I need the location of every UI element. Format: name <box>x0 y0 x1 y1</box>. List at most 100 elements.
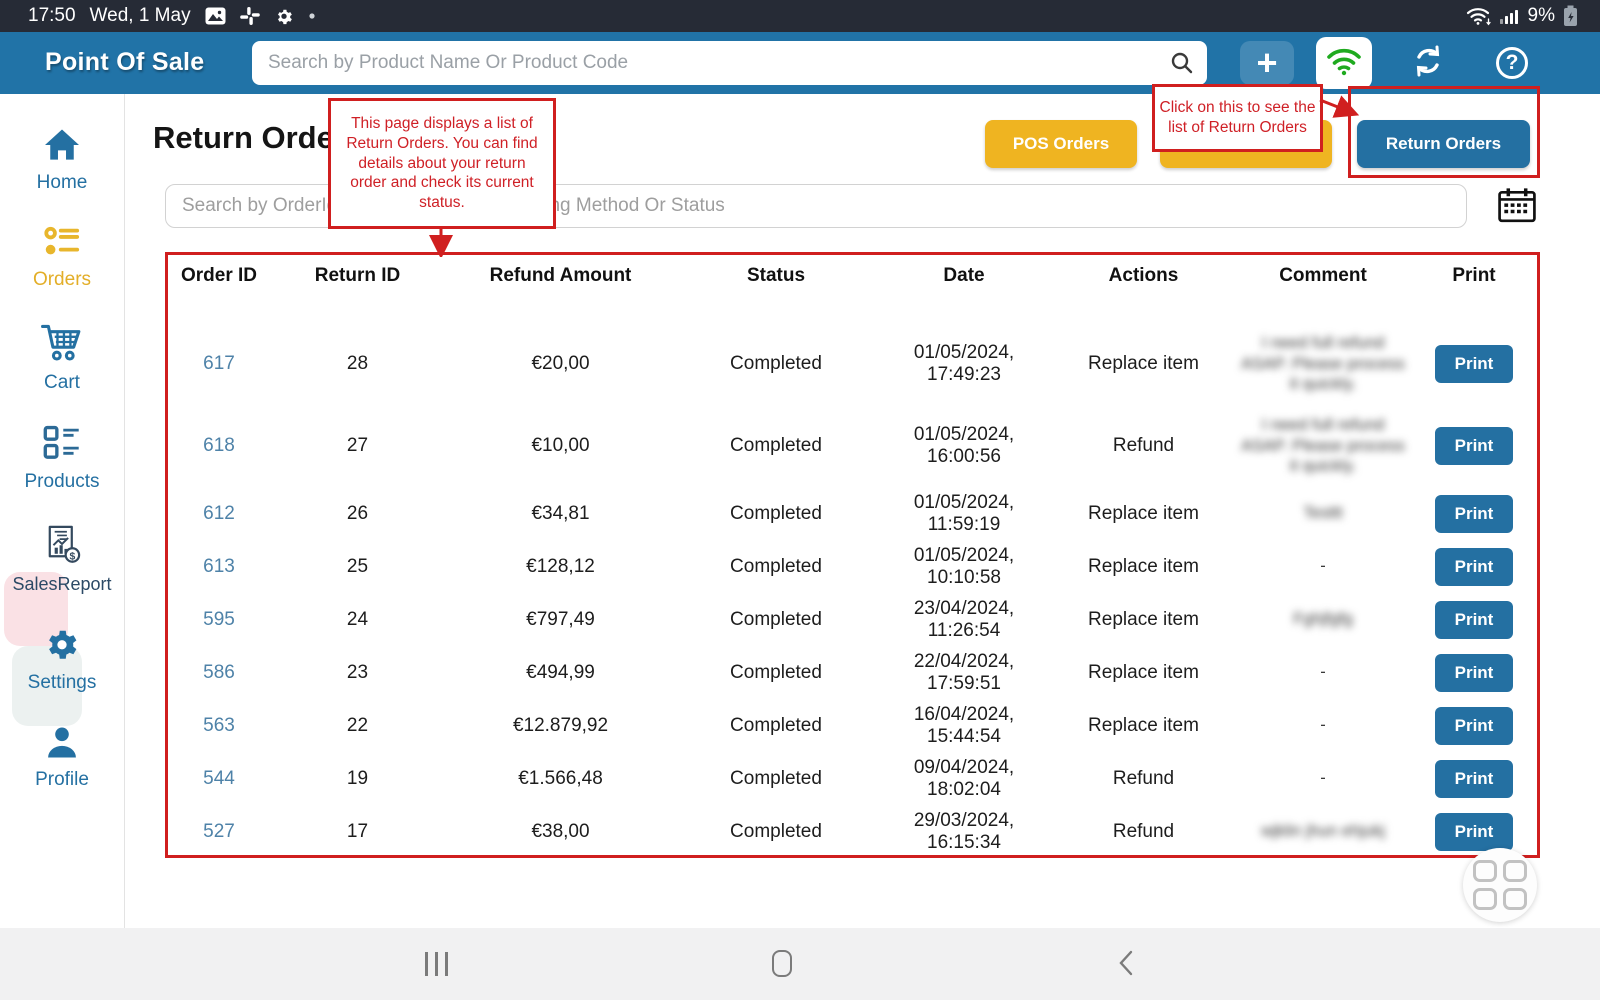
annotation-arrow-down <box>420 227 464 257</box>
recents-icon[interactable] <box>425 952 448 976</box>
app-logo: Point Of Sale <box>45 48 204 77</box>
return-id-value: 26 <box>270 503 445 525</box>
sidebar-label: Products <box>25 471 100 493</box>
table-header-row: Order ID Return ID Refund Amount Status … <box>168 255 1537 297</box>
table-row: 595 24 €797,49 Completed 23/04/2024, 11:… <box>168 593 1537 646</box>
person-icon <box>43 725 81 764</box>
order-id-link[interactable]: 612 <box>168 503 270 525</box>
action-value: Refund <box>1052 435 1235 457</box>
return-orders-table: Order ID Return ID Refund Amount Status … <box>165 252 1540 858</box>
pos-orders-button[interactable]: POS Orders <box>985 120 1137 168</box>
col-print: Print <box>1411 265 1537 287</box>
sidebar-label: Orders <box>33 269 91 291</box>
sidebar-item-profile[interactable]: Profile <box>35 725 89 791</box>
table-row: 544 19 €1.566,48 Completed 09/04/2024, 1… <box>168 752 1537 805</box>
question-mark-icon: ? <box>1496 47 1528 79</box>
status-value: Completed <box>676 821 876 843</box>
action-value: Replace item <box>1052 662 1235 684</box>
status-value: Completed <box>676 353 876 375</box>
table-row: 586 23 €494,99 Completed 22/04/2024, 17:… <box>168 646 1537 699</box>
status-battery-percent: 9% <box>1528 5 1555 27</box>
refund-amount-value: €10,00 <box>445 435 676 457</box>
comment-value: - <box>1235 768 1411 789</box>
sidebar-nav: Home Orders Cart Products $ SalesReport <box>0 94 125 928</box>
refund-amount-value: €38,00 <box>445 821 676 843</box>
print-button[interactable]: Print <box>1435 601 1513 639</box>
sidebar-item-salesreport[interactable]: $ SalesReport <box>12 524 111 595</box>
android-status-bar: 17:50 Wed, 1 May 9% <box>0 0 1600 32</box>
col-actions: Actions <box>1052 265 1235 287</box>
col-status: Status <box>676 265 876 287</box>
order-id-link[interactable]: 563 <box>168 715 270 737</box>
date-value: 01/05/2024, 17:49:23 <box>876 342 1052 386</box>
add-button[interactable]: + <box>1240 41 1294 85</box>
product-search-input[interactable] <box>252 41 1207 85</box>
comment-value: wjklin jhun ehjukj <box>1235 821 1411 842</box>
settings-notification-icon <box>274 6 294 26</box>
refund-amount-value: €1.566,48 <box>445 768 676 790</box>
cart-icon <box>40 322 84 367</box>
print-button[interactable]: Print <box>1435 760 1513 798</box>
order-id-link[interactable]: 595 <box>168 609 270 631</box>
plus-icon: + <box>1256 46 1277 80</box>
print-button[interactable]: Print <box>1435 548 1513 586</box>
return-id-value: 25 <box>270 556 445 578</box>
calendar-icon[interactable] <box>1496 186 1538 229</box>
back-icon[interactable] <box>1118 950 1134 981</box>
status-signal-icon <box>1500 7 1520 25</box>
table-row: 527 17 €38,00 Completed 29/03/2024, 16:1… <box>168 805 1537 858</box>
photos-notification-icon <box>205 7 226 25</box>
order-id-link[interactable]: 544 <box>168 768 270 790</box>
status-value: Completed <box>676 715 876 737</box>
order-id-link[interactable]: 618 <box>168 435 270 457</box>
table-row: 563 22 €12.879,92 Completed 16/04/2024, … <box>168 699 1537 752</box>
action-value: Replace item <box>1052 556 1235 578</box>
action-value: Replace item <box>1052 715 1235 737</box>
sidebar-item-home[interactable]: Home <box>37 128 88 194</box>
comment-value: I need full refund ASAP. Please process … <box>1235 415 1411 477</box>
print-button[interactable]: Print <box>1435 654 1513 692</box>
home-nav-icon[interactable] <box>772 950 792 977</box>
order-id-link[interactable]: 617 <box>168 353 270 375</box>
sidebar-label: Home <box>37 172 88 194</box>
order-id-link[interactable]: 586 <box>168 662 270 684</box>
print-button[interactable]: Print <box>1435 495 1513 533</box>
order-id-link[interactable]: 613 <box>168 556 270 578</box>
status-time: 17:50 <box>28 5 76 27</box>
annotation-page-description: This page displays a list of Return Orde… <box>328 98 556 229</box>
floating-grid-button[interactable] <box>1463 848 1537 922</box>
sidebar-item-products[interactable]: Products <box>25 425 100 493</box>
return-id-value: 24 <box>270 609 445 631</box>
return-orders-button[interactable]: Return Orders <box>1357 120 1530 168</box>
help-button[interactable]: ? <box>1486 39 1538 87</box>
table-row: 613 25 €128,12 Completed 01/05/2024, 10:… <box>168 540 1537 593</box>
sync-icon <box>1409 42 1447 85</box>
wifi-status-button[interactable] <box>1316 37 1372 89</box>
sidebar-label: Profile <box>35 769 89 791</box>
gear-icon <box>42 626 82 667</box>
sidebar-label: Cart <box>44 372 80 394</box>
print-button[interactable]: Print <box>1435 707 1513 745</box>
print-button[interactable]: Print <box>1435 813 1513 851</box>
sidebar-item-orders[interactable]: Orders <box>33 225 91 291</box>
date-value: 01/05/2024, 10:10:58 <box>876 545 1052 589</box>
print-button[interactable]: Print <box>1435 427 1513 465</box>
pos-app-screen: 17:50 Wed, 1 May 9% <box>0 0 1600 1000</box>
search-icon[interactable] <box>1169 50 1195 81</box>
notification-dot-icon <box>308 12 316 20</box>
sync-button[interactable] <box>1402 39 1454 87</box>
refund-amount-value: €20,00 <box>445 353 676 375</box>
action-value: Refund <box>1052 821 1235 843</box>
refund-amount-value: €494,99 <box>445 662 676 684</box>
order-id-link[interactable]: 527 <box>168 821 270 843</box>
refund-amount-value: €34,81 <box>445 503 676 525</box>
grid-icon <box>1473 860 1527 910</box>
sidebar-item-cart[interactable]: Cart <box>40 322 84 394</box>
table-body: 617 28 €20,00 Completed 01/05/2024, 17:4… <box>168 323 1537 858</box>
products-icon <box>42 425 82 466</box>
refund-amount-value: €797,49 <box>445 609 676 631</box>
sidebar-item-settings[interactable]: Settings <box>28 626 97 694</box>
return-id-value: 28 <box>270 353 445 375</box>
comment-value: Fghjfgfg <box>1235 609 1411 630</box>
print-button[interactable]: Print <box>1435 345 1513 383</box>
